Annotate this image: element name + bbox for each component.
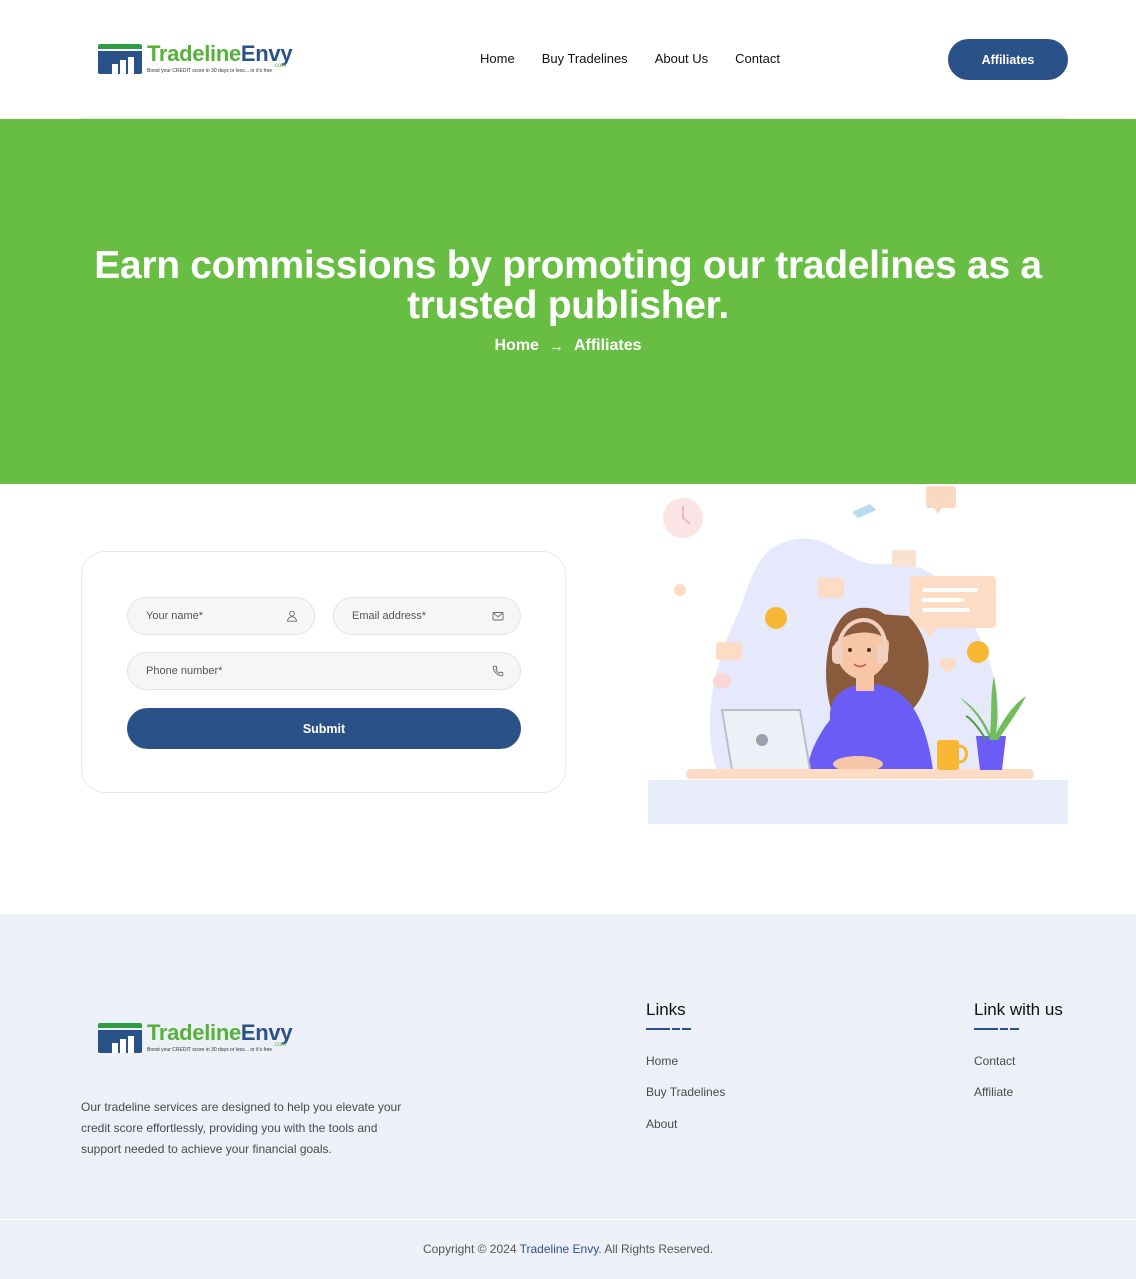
affiliate-form: Submit: [81, 551, 566, 793]
name-field[interactable]: [127, 597, 315, 635]
breadcrumb-home[interactable]: Home: [494, 337, 538, 355]
affiliates-button[interactable]: Affiliates: [948, 39, 1068, 80]
footer-link-buy-tradelines[interactable]: Buy Tradelines: [646, 1085, 725, 1099]
phone-field[interactable]: [127, 652, 521, 690]
logo-tagline: Boost your CREDIT score in 30 days or le…: [147, 1047, 273, 1053]
phone-input[interactable]: [146, 653, 478, 689]
logo-word-part1: Tradeline: [147, 41, 241, 66]
footer-link-with-us-title: Link with us: [974, 1000, 1063, 1019]
submit-button[interactable]: Submit: [127, 708, 521, 749]
site-header: TradelineEnvy .com Boost your CREDIT sco…: [0, 0, 1136, 119]
footer-link-contact[interactable]: Contact: [974, 1054, 1015, 1068]
footer-links-divider: [646, 1028, 691, 1030]
user-icon: [287, 610, 297, 622]
logo-mark-icon: [98, 1023, 142, 1055]
footer-divider: [0, 1219, 1136, 1220]
name-input[interactable]: [146, 598, 272, 634]
hero-banner: Earn commissions by promoting our tradel…: [0, 119, 1136, 484]
site-footer: TradelineEnvy .com Boost your CREDIT sco…: [0, 914, 1136, 1279]
nav-contact[interactable]: Contact: [735, 51, 780, 66]
copyright: Copyright © 2024 Tradeline Envy. All Rig…: [0, 1242, 1136, 1256]
nav-home[interactable]: Home: [480, 51, 515, 66]
nav-about-us[interactable]: About Us: [655, 51, 708, 66]
copyright-prefix: Copyright © 2024: [422, 1242, 517, 1256]
header-logo[interactable]: TradelineEnvy .com Boost your CREDIT sco…: [98, 41, 293, 76]
email-input[interactable]: [352, 598, 478, 634]
page-title-line1: Earn commissions by promoting our tradel…: [94, 244, 1042, 287]
customer-support-illustration: [648, 486, 1068, 824]
page-title-line2: trusted publisher.: [407, 284, 729, 327]
copyright-suffix: All Rights Reserved.: [604, 1242, 714, 1256]
page-title: Earn commissions by promoting our tradel…: [40, 246, 1096, 326]
footer-links-title: Links: [646, 1000, 686, 1019]
footer-link-home[interactable]: Home: [646, 1054, 678, 1068]
footer-description: Our tradeline services are designed to h…: [81, 1100, 402, 1156]
copyright-brand-link[interactable]: Tradeline Envy.: [520, 1242, 602, 1256]
email-field[interactable]: [333, 597, 521, 635]
phone-icon: [492, 665, 504, 677]
logo-word-part1: Tradeline: [147, 1020, 241, 1045]
logo-tagline: Boost your CREDIT score in 30 days or le…: [147, 68, 273, 74]
main-nav: Home Buy Tradelines About Us Contact: [480, 51, 780, 66]
mail-icon: [492, 612, 504, 621]
arrow-right-icon: →: [548, 337, 564, 355]
breadcrumb-current: Affiliates: [573, 337, 642, 354]
nav-buy-tradelines[interactable]: Buy Tradelines: [542, 51, 628, 66]
footer-link-about[interactable]: About: [646, 1117, 677, 1131]
breadcrumb: Home → Affiliates: [0, 337, 1136, 355]
footer-link-with-us-divider: [974, 1028, 1019, 1030]
footer-logo[interactable]: TradelineEnvy .com Boost your CREDIT sco…: [98, 1020, 293, 1055]
footer-link-affiliate[interactable]: Affiliate: [974, 1085, 1013, 1099]
logo-mark-icon: [98, 44, 142, 76]
